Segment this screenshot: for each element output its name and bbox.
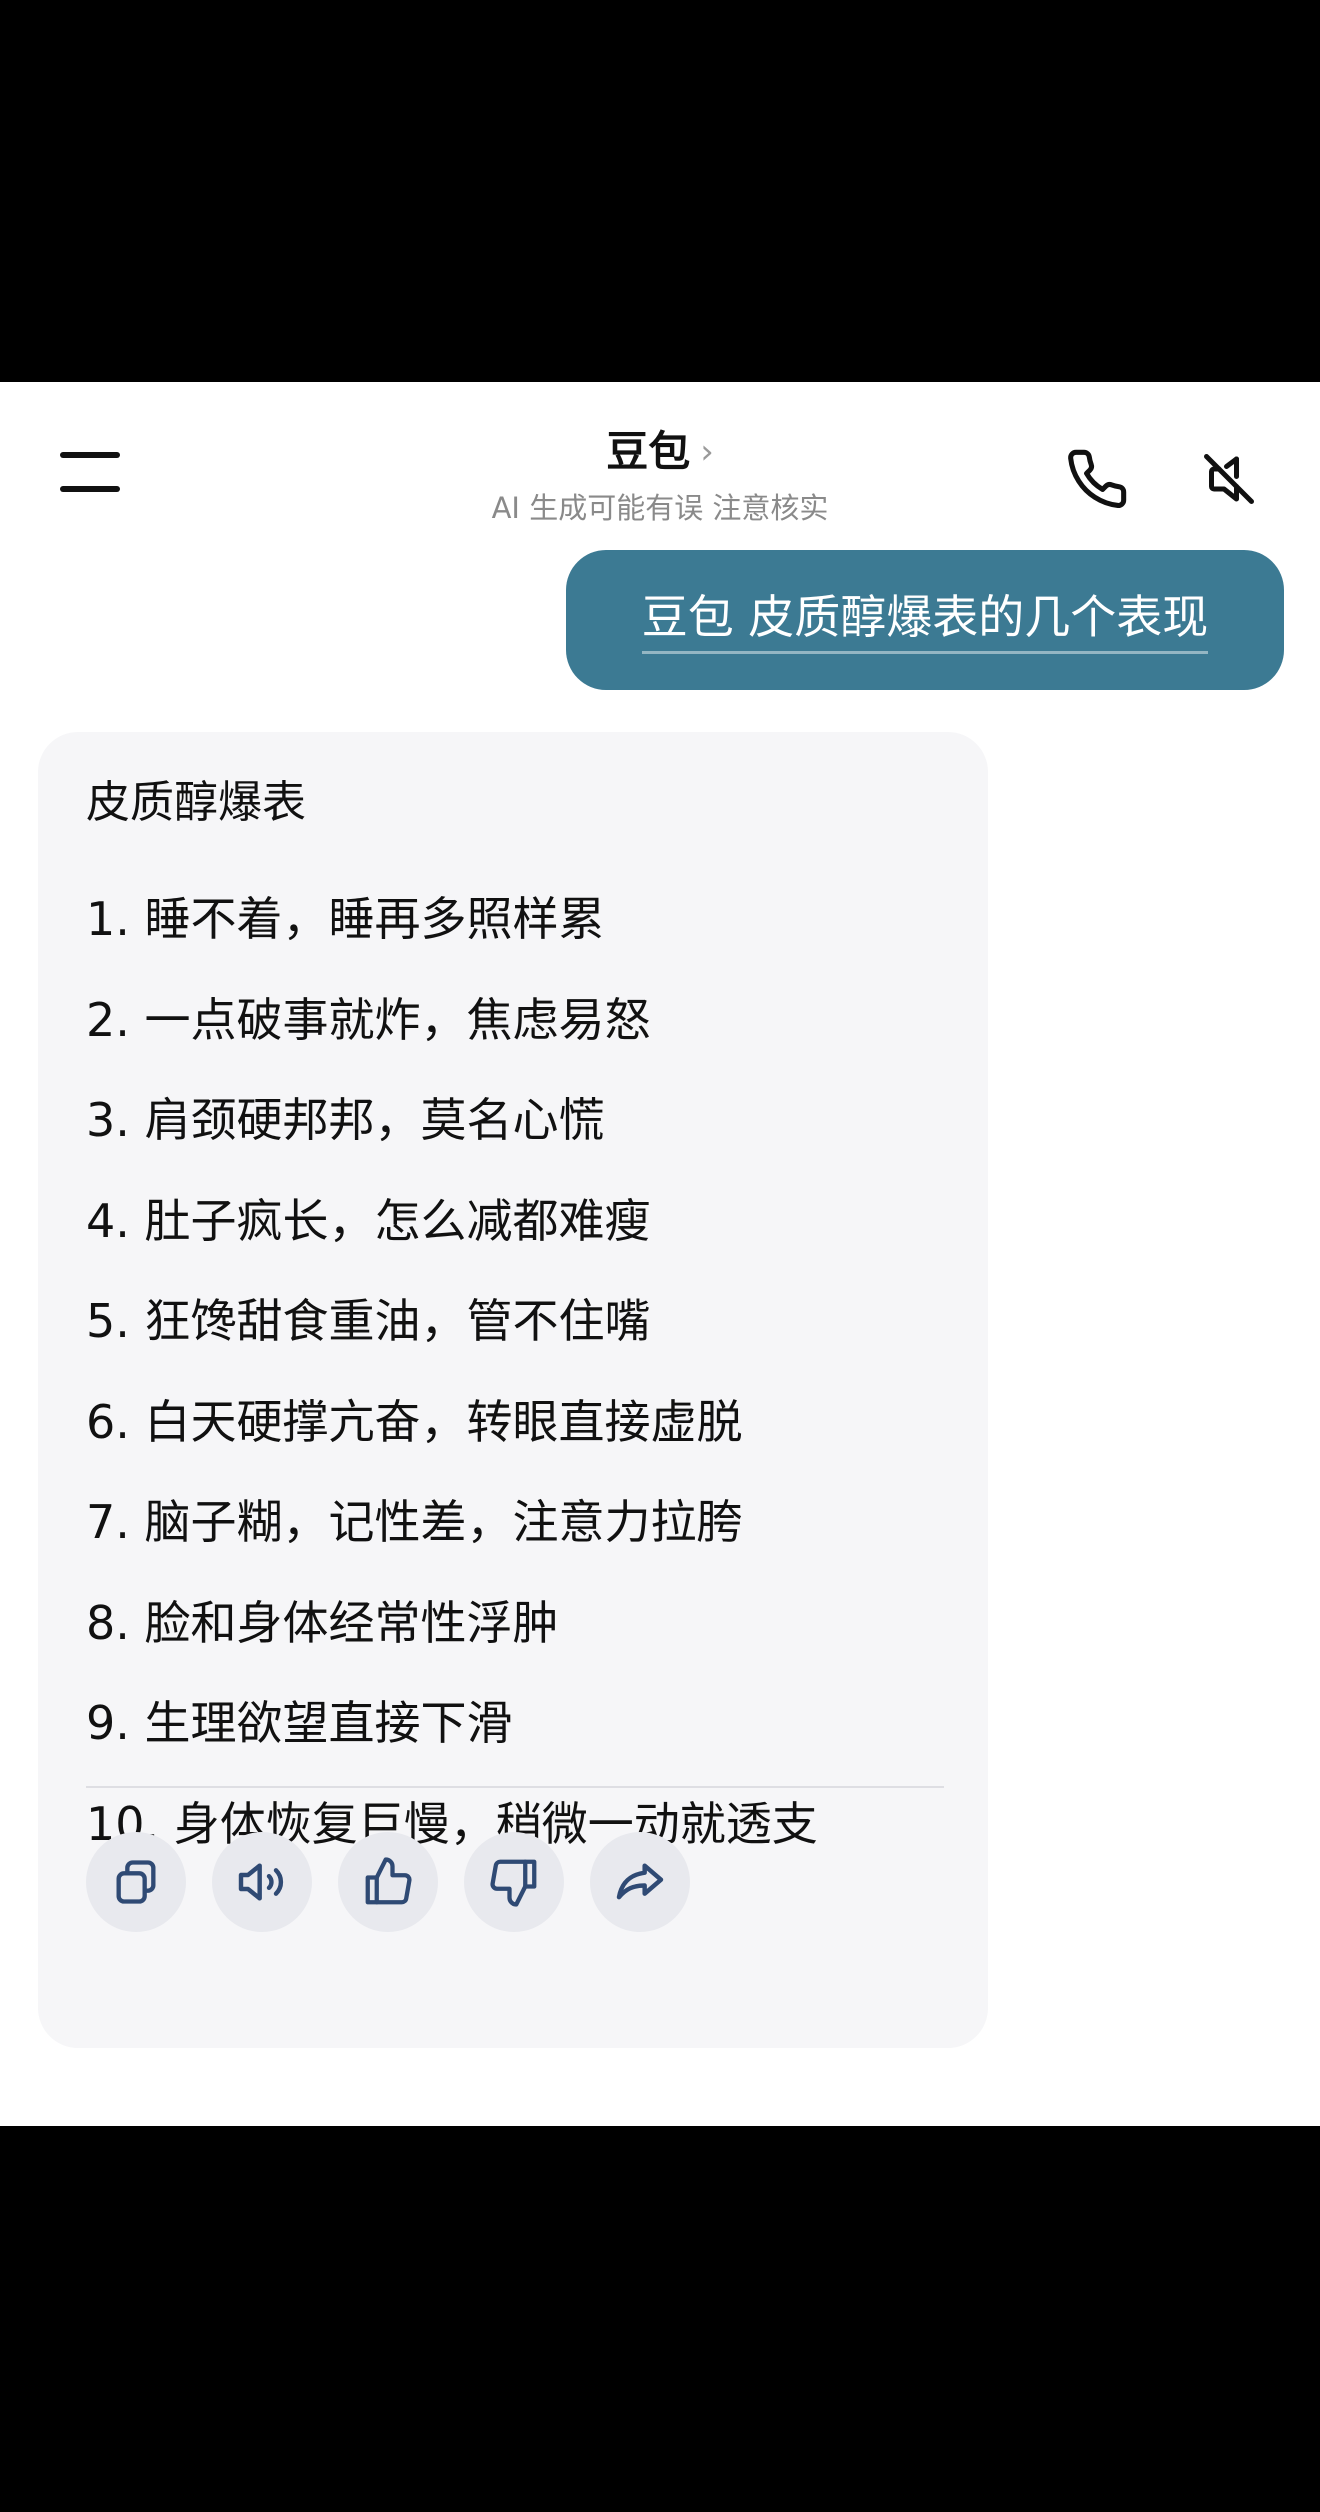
page-title: 豆包 <box>606 427 691 476</box>
phone-call-button[interactable] <box>1060 442 1134 516</box>
menu-line-bottom <box>60 486 120 492</box>
list-item: 3. 肩颈硬邦邦，莫名心慌 <box>86 1093 605 1147</box>
dislike-button[interactable] <box>464 1832 564 1932</box>
list-item: 9. 生理欲望直接下滑 <box>86 1696 513 1750</box>
bot-name-link[interactable]: 豆包 › <box>410 424 910 480</box>
thumbs-down-icon <box>490 1859 537 1907</box>
chat-screen: 豆包 › AI 生成可能有误 注意核实 豆包 皮质醇爆表的几个表现 皮质醇爆表 <box>0 382 1320 2126</box>
list-item: 6. 白天硬撑亢奋，转眼直接虚脱 <box>86 1394 743 1449</box>
speaker-muted-icon <box>1204 454 1254 504</box>
list-item: 2. 一点破事就炸，焦虑易怒 <box>86 992 651 1047</box>
divider <box>86 1786 944 1788</box>
user-message-bubble[interactable]: 豆包 皮质醇爆表的几个表现 <box>566 550 1284 690</box>
list-item: 5. 狂馋甜食重油，管不住嘴 <box>86 1294 651 1348</box>
user-message-text: 豆包 皮质醇爆表的几个表现 <box>641 587 1209 654</box>
ai-response-card: 皮质醇爆表 1. 睡不着，睡再多照样累 2. 一点破事就炸，焦虑易怒 3. 肩颈… <box>38 732 988 2048</box>
thumbs-up-icon <box>365 1857 412 1905</box>
menu-icon[interactable] <box>60 452 122 496</box>
mute-toggle-button[interactable] <box>1192 442 1266 516</box>
speaker-icon <box>238 1863 284 1901</box>
header-title-block: 豆包 › AI 生成可能有误 注意核实 <box>410 424 910 528</box>
share-icon <box>616 1863 664 1900</box>
copy-icon <box>116 1860 156 1904</box>
menu-line-top <box>60 452 120 458</box>
read-aloud-button[interactable] <box>212 1832 312 1932</box>
list-item: 4. 肚子疯长，怎么减都难瘦 <box>86 1193 651 1248</box>
list-item: 7. 脑子糊，记性差，注意力拉胯 <box>86 1495 743 1549</box>
copy-button[interactable] <box>86 1832 186 1932</box>
chevron-right-icon: › <box>700 432 714 472</box>
phone-frame: 豆包 › AI 生成可能有误 注意核实 豆包 皮质醇爆表的几个表现 皮质醇爆表 <box>0 0 1320 2512</box>
symptom-list: 1. 睡不着，睡再多照样累 2. 一点破事就炸，焦虑易怒 3. 肩颈硬邦邦，莫名… <box>86 888 966 1893</box>
ai-disclaimer: AI 生成可能有误 注意核实 <box>491 491 829 525</box>
share-button[interactable] <box>590 1832 690 1932</box>
message-actions <box>86 1832 690 1932</box>
like-button[interactable] <box>338 1832 438 1932</box>
phone-icon <box>1068 449 1127 508</box>
list-item: 1. 睡不着，睡再多照样累 <box>86 892 605 946</box>
ai-response-heading: 皮质醇爆表 <box>86 777 306 828</box>
list-item: 8. 脸和身体经常性浮肿 <box>86 1595 559 1650</box>
